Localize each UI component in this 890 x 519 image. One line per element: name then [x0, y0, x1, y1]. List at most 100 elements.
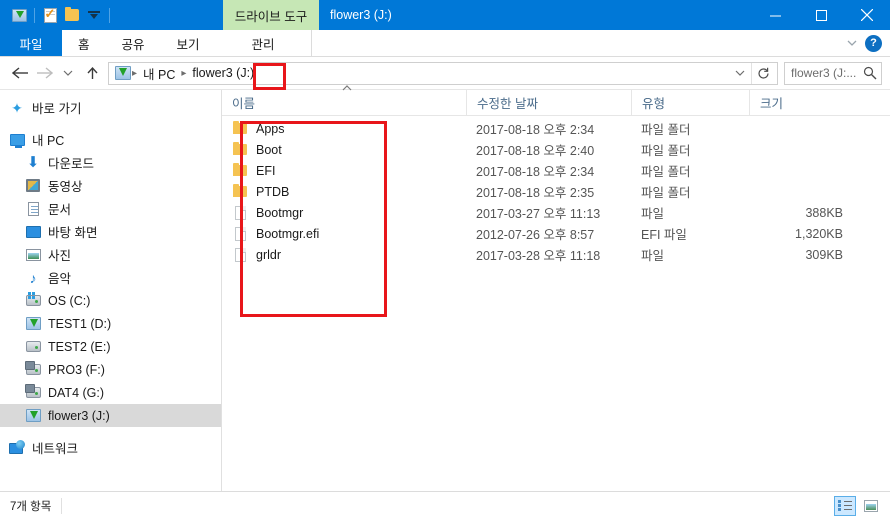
file-name-cell: Apps	[222, 118, 466, 139]
table-row[interactable]: grldr 2017-03-28 오후 11:18 파일 309KB	[222, 244, 890, 265]
file-type-cell: 파일	[641, 207, 665, 221]
sidebar-item-label: 네트워크	[32, 442, 79, 456]
sidebar-item-desktop[interactable]: 바탕 화면	[0, 220, 221, 243]
maximize-button[interactable]	[798, 0, 844, 30]
sidebar-item-music[interactable]: ♪ 음악	[0, 266, 221, 289]
sidebar-item-os-c[interactable]: OS (C:)	[0, 289, 221, 312]
recent-locations-button[interactable]	[56, 61, 80, 85]
table-row[interactable]: PTDB 2017-08-18 오후 2:35 파일 폴더	[222, 181, 890, 202]
sidebar-item-label: 동영상	[48, 180, 83, 194]
sidebar-item-quick-access[interactable]: ✦ 바로 가기	[0, 96, 221, 119]
tab-manage[interactable]: 관리	[215, 30, 312, 56]
address-dropdown-icon[interactable]	[729, 63, 751, 84]
search-input[interactable]: flower3 (J:...	[784, 61, 882, 85]
sidebar-item-pro3-f[interactable]: PRO3 (F:)	[0, 358, 221, 381]
qat-divider-2	[109, 7, 110, 23]
network-drive-icon	[24, 384, 42, 398]
up-button[interactable]	[80, 61, 104, 85]
tab-view[interactable]: 보기	[160, 30, 216, 56]
tab-share[interactable]: 공유	[105, 30, 161, 56]
this-pc-icon	[8, 133, 26, 148]
removable-drive-icon	[24, 317, 42, 330]
file-icon	[232, 247, 248, 262]
table-row[interactable]: Boot 2017-08-18 오후 2:40 파일 폴더	[222, 139, 890, 160]
sidebar-item-label: 바탕 화면	[48, 226, 98, 240]
file-size-cell: 388KB	[805, 205, 843, 220]
tab-home[interactable]: 홈	[62, 30, 106, 56]
tab-manage-label: 관리	[251, 37, 275, 52]
window-title-text: flower3 (J:)	[330, 8, 392, 22]
drive-properties-icon[interactable]	[8, 4, 30, 26]
sidebar-item-label: OS (C:)	[48, 293, 91, 308]
file-type-cell: 파일	[641, 249, 665, 263]
contextual-tab-drive-tools[interactable]: 드라이브 도구	[223, 0, 319, 30]
refresh-icon[interactable]	[751, 62, 775, 84]
breadcrumb-item-my-pc[interactable]: 내 PC	[138, 64, 180, 83]
sidebar-item-label: TEST2 (E:)	[48, 339, 111, 354]
help-icon[interactable]: ?	[865, 34, 882, 52]
sidebar-item-test1-d[interactable]: TEST1 (D:)	[0, 312, 221, 335]
window-title: flower3 (J:)	[330, 0, 392, 30]
details-view-icon	[838, 500, 852, 511]
column-header-row: 이름 수정한 날짜 유형 크기	[222, 84, 890, 116]
search-icon	[863, 66, 877, 80]
file-date-cell: 2017-08-18 오후 2:34	[476, 165, 595, 179]
column-header-name[interactable]: 이름	[222, 84, 466, 116]
file-size-cell	[749, 181, 859, 202]
customize-qat-icon[interactable]	[83, 4, 105, 26]
file-name-text: grldr	[256, 247, 282, 262]
file-name-cell: PTDB	[222, 181, 466, 202]
removable-drive-icon	[115, 66, 131, 80]
folder-icon	[232, 184, 248, 197]
tab-file[interactable]: 파일	[0, 30, 62, 56]
table-row[interactable]: Bootmgr 2017-03-27 오후 11:13 파일 388KB	[222, 202, 890, 223]
sidebar-gap-1	[0, 119, 221, 128]
sidebar-item-pictures[interactable]: 사진	[0, 243, 221, 266]
sidebar-item-label: DAT4 (G:)	[48, 385, 105, 400]
new-folder-icon[interactable]	[61, 4, 83, 26]
pictures-icon	[24, 248, 42, 261]
column-header-date-modified[interactable]: 수정한 날짜	[466, 89, 631, 116]
view-mode-buttons	[834, 495, 890, 516]
sidebar-item-this-pc[interactable]: 내 PC	[0, 128, 221, 151]
sidebar-item-label: TEST1 (D:)	[48, 316, 112, 331]
file-date-cell: 2017-08-18 오후 2:35	[476, 186, 595, 200]
status-divider	[61, 497, 63, 514]
sidebar-item-downloads[interactable]: ⬇ 다운로드	[0, 151, 221, 174]
window-controls	[752, 0, 890, 30]
details-view-button[interactable]	[834, 495, 856, 516]
sidebar-item-dat4-g[interactable]: DAT4 (G:)	[0, 381, 221, 404]
navigation-pane[interactable]: ✦ 바로 가기 내 PC ⬇ 다운로드 동영상 문서 바탕 화면 사진 ♪ 음악…	[0, 90, 222, 491]
help-label: ?	[870, 37, 877, 49]
chevron-down-icon[interactable]	[845, 36, 859, 50]
column-header-size[interactable]: 크기	[749, 89, 859, 116]
file-size-cell: 1,320KB	[795, 226, 843, 241]
sidebar-item-network[interactable]: 네트워크	[0, 436, 221, 459]
file-name-text: Bootmgr.efi	[256, 226, 320, 241]
back-button[interactable]	[8, 61, 32, 85]
sort-ascending-icon	[342, 83, 352, 94]
column-header-type[interactable]: 유형	[631, 89, 749, 116]
breadcrumb-item-flower3[interactable]: flower3 (J:)	[187, 64, 259, 83]
table-row[interactable]: EFI 2017-08-18 오후 2:34 파일 폴더	[222, 160, 890, 181]
sidebar-item-documents[interactable]: 문서	[0, 197, 221, 220]
sidebar-item-videos[interactable]: 동영상	[0, 174, 221, 197]
thumbnail-view-icon	[864, 499, 878, 512]
close-button[interactable]	[844, 0, 890, 30]
checklist-icon[interactable]	[39, 4, 61, 26]
table-row[interactable]: Apps 2017-08-18 오후 2:34 파일 폴더	[222, 118, 890, 139]
contextual-tab-label: 드라이브 도구	[234, 9, 308, 24]
forward-button[interactable]	[32, 61, 56, 85]
breadcrumb-sep-1: ▸	[132, 67, 138, 79]
file-size-cell	[749, 139, 859, 160]
thumbnail-view-button[interactable]	[860, 496, 882, 516]
minimize-button[interactable]	[752, 0, 798, 30]
table-row[interactable]: Bootmgr.efi 2012-07-26 오후 8:57 EFI 파일 1,…	[222, 223, 890, 244]
sidebar-item-flower3-j[interactable]: flower3 (J:)	[0, 404, 221, 427]
folder-icon	[232, 121, 248, 134]
sidebar-item-test2-e[interactable]: TEST2 (E:)	[0, 335, 221, 358]
address-bar[interactable]: ▸ 내 PC ▸ flower3 (J:)	[108, 61, 778, 85]
documents-icon	[24, 201, 42, 216]
quick-access-star-icon: ✦	[11, 99, 23, 116]
file-name-cell: Bootmgr.efi	[222, 223, 466, 244]
